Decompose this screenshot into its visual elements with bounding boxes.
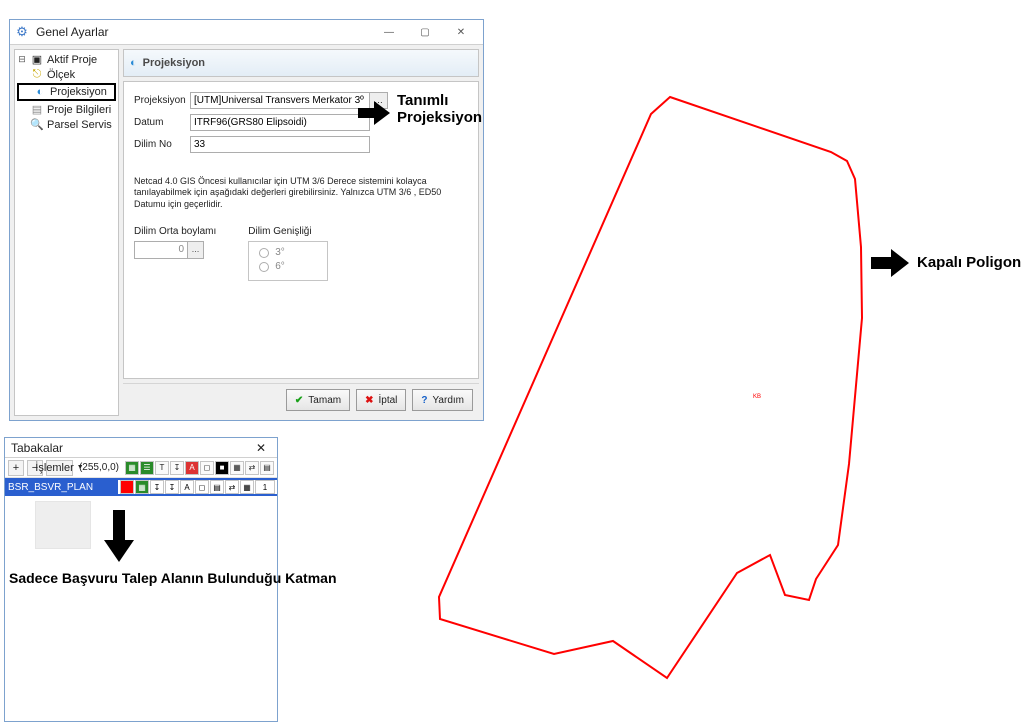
header-icon[interactable]: ◻ (200, 461, 214, 475)
header-icon[interactable]: ■ (215, 461, 229, 475)
layer-prop-icon[interactable]: ▤ (210, 480, 224, 494)
tree-item-parsel-servis[interactable]: 🔍 Parsel Servis (17, 117, 116, 132)
tree-item-label: Proje Bilgileri (47, 104, 111, 116)
datum-label: Datum (134, 117, 190, 128)
header-icon[interactable]: A (185, 461, 199, 475)
radio-icon (259, 262, 269, 272)
cancel-button[interactable]: ✖ İptal (356, 389, 406, 411)
globe-icon: ◐ (34, 86, 46, 98)
layer-prop-icon[interactable]: A (180, 480, 194, 494)
layer-prop-icon[interactable]: ▦ (240, 480, 254, 494)
layer-color-chip[interactable] (120, 480, 134, 494)
ok-label: Tamam (308, 395, 341, 406)
header-icon[interactable]: ↧ (170, 461, 184, 475)
tree-item-label: Ölçek (47, 69, 75, 81)
meridian-input[interactable]: 0 … (134, 241, 204, 259)
info-text: Netcad 4.0 GIS Öncesi kullanıcılar için … (134, 176, 454, 210)
tree-item-project-info[interactable]: ▤ Proje Bilgileri (17, 102, 116, 117)
titlebar[interactable]: ⚙ Genel Ayarlar — ▢ ✕ (10, 20, 483, 45)
app-icon: ⚙ (14, 24, 30, 40)
datum-input[interactable] (190, 114, 370, 131)
tree-root-label: Aktif Proje (47, 54, 97, 66)
closed-polygon-shape (439, 97, 862, 678)
meridian-label: Dilim Orta boylamı (134, 226, 216, 237)
zone-label: Dilim No (134, 139, 190, 150)
layer-prop-icon[interactable]: ▦ (135, 480, 149, 494)
maximize-button[interactable]: ▢ (407, 21, 443, 43)
width-option-label: 6° (275, 261, 285, 272)
expander-icon[interactable]: ⊟ (17, 54, 27, 65)
x-icon: ✖ (365, 395, 373, 406)
ok-button[interactable]: ✔ Tamam (286, 389, 350, 411)
cancel-label: İptal (378, 395, 397, 406)
meridian-value: 0 (135, 244, 187, 255)
zone-input[interactable] (190, 136, 370, 153)
width-option-label: 3° (275, 247, 285, 258)
header-icon[interactable]: ▦ (230, 461, 244, 475)
close-button[interactable]: ✕ (443, 21, 479, 43)
layer-name: BSR_BSVR_PLAN (8, 482, 118, 493)
tree-root[interactable]: ⊟ ▣ Aktif Proje (17, 52, 116, 67)
layer-prop-icon[interactable]: ↧ (150, 480, 164, 494)
help-button[interactable]: ? Yardım (412, 389, 473, 411)
arrow-icon (869, 246, 911, 280)
layer-prop-icon[interactable]: ◻ (195, 480, 209, 494)
minimize-button[interactable]: — (371, 21, 407, 43)
annotation-single-layer: Sadece Başvuru Talep Alanın Bulunduğu Ka… (9, 570, 337, 586)
layer-prop-icon[interactable]: ↧ (165, 480, 179, 494)
settings-tree[interactable]: ⊟ ▣ Aktif Proje ⎋ Ölçek ◐ Projeksiyon ▤ … (14, 49, 119, 416)
header-icon[interactable]: ⇄ (245, 461, 259, 475)
width-option-6[interactable]: 6° (259, 260, 317, 274)
header-icon[interactable]: ☰ (140, 461, 154, 475)
dropdown-icon[interactable]: … (187, 242, 203, 258)
layer-property-header: ▦ ☰ T ↧ A ◻ ■ ▦ ⇄ ▤ (125, 461, 274, 475)
arrow-icon (356, 98, 392, 128)
tree-item-label: Projeksiyon (50, 86, 107, 98)
layers-title: Tabakalar (11, 441, 63, 455)
settings-window: ⚙ Genel Ayarlar — ▢ ✕ ⊟ ▣ Aktif Proje ⎋ … (9, 19, 484, 421)
layers-body (5, 496, 277, 721)
globe-icon: ◐ (130, 57, 137, 69)
tree-item-label: Parsel Servis (47, 119, 112, 131)
layer-count: 1 (255, 480, 275, 494)
arrow-down-icon (102, 508, 136, 564)
header-icon[interactable]: T (155, 461, 169, 475)
layer-thumbnail (35, 501, 91, 549)
projection-label: Projeksiyon (134, 95, 190, 106)
project-icon: ▣ (31, 53, 43, 66)
layers-close-button[interactable]: ✕ (251, 441, 271, 455)
tree-item-projection[interactable]: ◐ Projeksiyon (20, 85, 113, 99)
header-icon[interactable]: ▦ (125, 461, 139, 475)
panel-header: ◐ Projeksiyon (123, 49, 479, 77)
add-layer-button[interactable]: + (8, 460, 24, 476)
radio-icon (259, 248, 269, 258)
question-icon: ? (421, 395, 427, 406)
layer-row[interactable]: BSR_BSVR_PLAN ▦ ↧ ↧ A ◻ ▤ ⇄ ▦ 1 (5, 478, 277, 496)
search-icon: 🔍 (31, 118, 43, 131)
scale-icon: ⎋ (31, 68, 43, 81)
header-icon[interactable]: ▤ (260, 461, 274, 475)
layers-toolbar: + − İşlemler ▼ (255,0,0) ▦ ☰ T ↧ A ◻ ■ ▦… (5, 458, 277, 478)
operations-label: İşlemler (35, 462, 74, 474)
layers-titlebar[interactable]: Tabakalar ✕ (5, 438, 277, 458)
layer-prop-icon[interactable]: ⇄ (225, 480, 239, 494)
width-option-3[interactable]: 3° (259, 246, 317, 260)
width-label: Dilim Genişliği (248, 226, 328, 237)
width-radiogroup[interactable]: 3° 6° (248, 241, 328, 281)
dialog-buttons: ✔ Tamam ✖ İptal ? Yardım (123, 383, 479, 416)
polygon-center-label: KB (753, 394, 761, 400)
tree-item-scale[interactable]: ⎋ Ölçek (17, 67, 116, 82)
check-icon: ✔ (295, 395, 303, 406)
operations-dropdown[interactable]: İşlemler ▼ (46, 460, 73, 476)
rgb-readout: (255,0,0) (79, 462, 119, 473)
info-icon: ▤ (31, 103, 43, 116)
annotation-defined-projection: Tanımlı Projeksiyon (397, 93, 482, 126)
window-title: Genel Ayarlar (36, 25, 371, 39)
panel-title: Projeksiyon (143, 57, 205, 69)
help-label: Yardım (433, 395, 465, 406)
annotation-closed-polygon: Kapalı Poligon (917, 254, 1021, 271)
projection-input[interactable] (190, 92, 370, 109)
